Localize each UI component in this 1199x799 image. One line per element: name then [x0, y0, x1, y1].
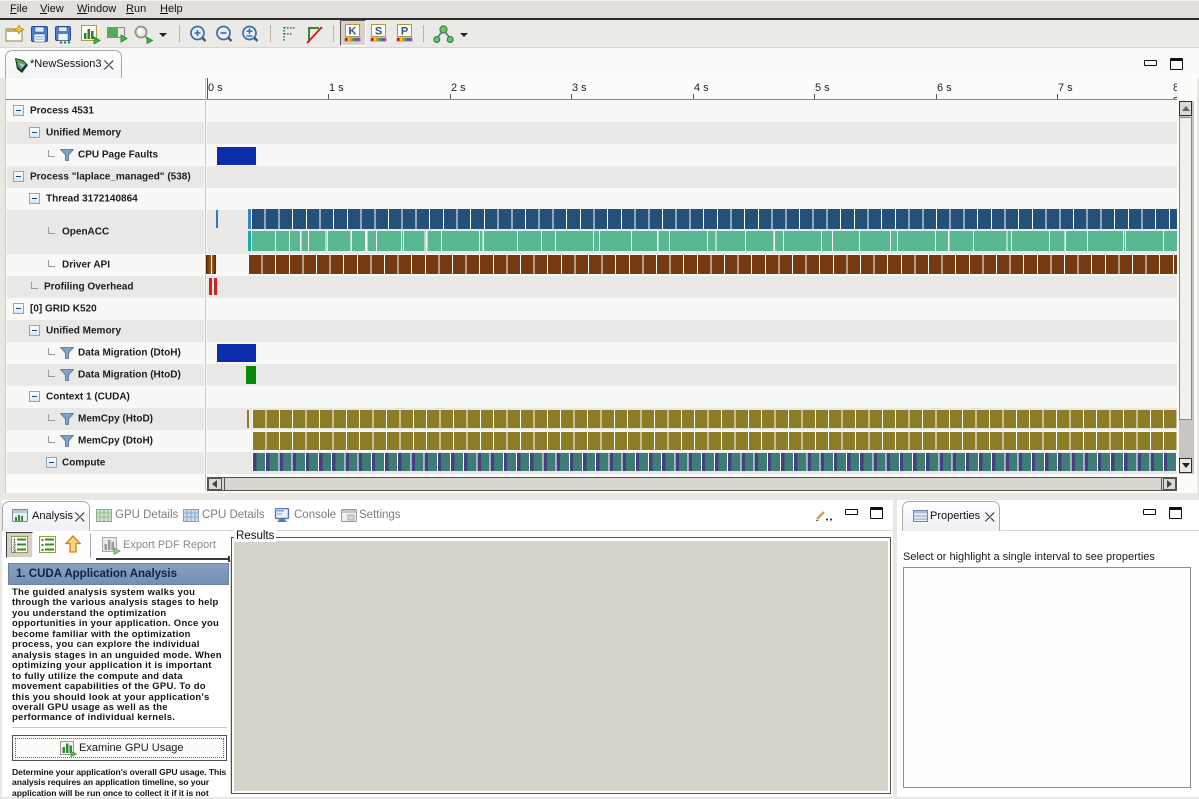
svg-text:3: 3	[13, 549, 16, 554]
svg-text:P: P	[401, 26, 408, 38]
svg-text:K: K	[349, 26, 357, 38]
svg-text:S: S	[375, 26, 382, 38]
